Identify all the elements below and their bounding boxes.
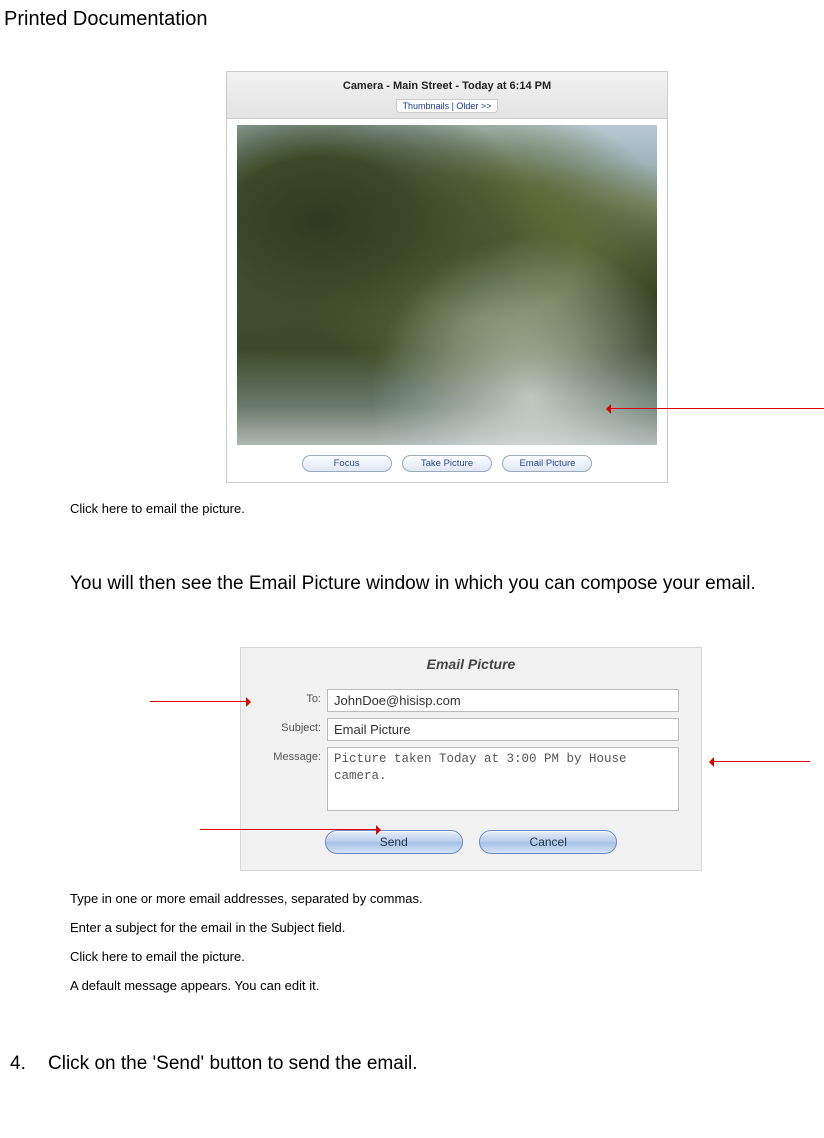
step-number: 4. [10, 1053, 48, 1075]
annotation-arrow-icon [607, 404, 824, 414]
take-picture-button[interactable]: Take Picture [402, 455, 492, 472]
note-line: A default message appears. You can edit … [70, 978, 824, 993]
instruction-notes: Type in one or more email addresses, sep… [70, 891, 824, 993]
cancel-button[interactable]: Cancel [479, 830, 617, 854]
to-label: To: [263, 689, 327, 705]
camera-window: Camera - Main Street - Today at 6:14 PM … [226, 71, 668, 483]
camera-title-text: Camera - Main Street - Today at 6:14 PM [343, 80, 551, 92]
email-picture-button[interactable]: Email Picture [502, 455, 592, 472]
to-field[interactable] [327, 689, 679, 712]
note-line: Click here to email the picture. [70, 949, 824, 964]
camera-photo [237, 125, 657, 445]
email-window-title: Email Picture [241, 648, 701, 686]
subject-field[interactable] [327, 718, 679, 741]
annotation-arrow-icon [710, 757, 810, 767]
caption-email-picture: Click here to email the picture. [70, 501, 824, 516]
camera-nav-links[interactable]: Thumbnails | Older >> [396, 99, 499, 113]
focus-button[interactable]: Focus [302, 455, 392, 472]
email-picture-window: Email Picture To: Subject: Message: Send… [240, 647, 702, 871]
message-field[interactable] [327, 747, 679, 811]
message-label: Message: [263, 747, 327, 763]
note-line: Type in one or more email addresses, sep… [70, 891, 824, 906]
subject-label: Subject: [263, 718, 327, 734]
body-text-compose: You will then see the Email Picture wind… [70, 571, 770, 597]
step-text: Click on the 'Send' button to send the e… [48, 1053, 418, 1075]
page-title: Printed Documentation [4, 8, 824, 31]
note-line: Enter a subject for the email in the Sub… [70, 920, 824, 935]
annotation-arrow-icon [150, 697, 250, 707]
camera-titlebar: Camera - Main Street - Today at 6:14 PM … [227, 72, 667, 119]
annotation-arrow-icon [200, 825, 380, 835]
